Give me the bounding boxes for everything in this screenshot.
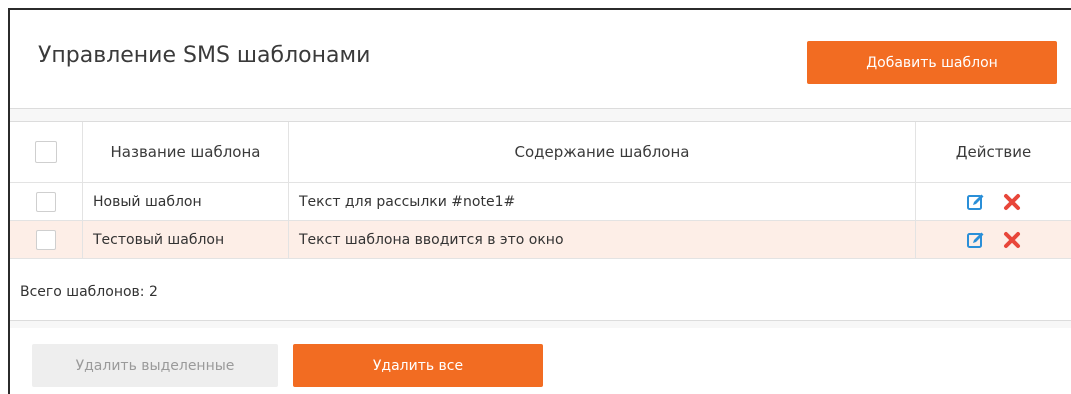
divider (10, 320, 1071, 328)
table-header-row: Название шаблона Содержание шаблона Дейс… (10, 122, 1071, 183)
column-header-action: Действие (955, 143, 1032, 161)
row-checkbox[interactable] (36, 191, 56, 212)
column-header-name: Название шаблона (83, 122, 289, 182)
table-row: Тестовый шаблон Текст шаблона вводится в… (10, 221, 1071, 259)
divider (10, 108, 1071, 122)
template-content: Текст шаблона вводится в это окно (289, 221, 916, 258)
column-header-content: Содержание шаблона (289, 122, 916, 182)
row-checkbox-cell (10, 221, 83, 258)
row-actions (916, 183, 1071, 220)
row-checkbox-cell (10, 183, 83, 220)
select-all-checkbox[interactable] (35, 141, 57, 163)
add-template-button[interactable]: Добавить шаблон (807, 41, 1057, 84)
sms-templates-panel: Управление SMS шаблонами Добавить шаблон… (8, 8, 1071, 394)
template-name: Новый шаблон (83, 183, 289, 220)
templates-table: Название шаблона Содержание шаблона Дейс… (10, 122, 1071, 259)
template-content: Текст для рассылки #note1# (289, 183, 916, 220)
edit-icon[interactable] (965, 191, 987, 213)
templates-total: Всего шаблонов: 2 (20, 284, 158, 300)
row-checkbox[interactable] (36, 229, 56, 250)
delete-selected-button[interactable]: Удалить выделенные (32, 344, 278, 387)
edit-icon[interactable] (965, 229, 987, 251)
panel-header: Управление SMS шаблонами Добавить шаблон (10, 10, 1071, 108)
header-checkbox-cell (10, 122, 83, 182)
delete-icon[interactable] (1001, 229, 1023, 251)
template-name: Тестовый шаблон (83, 221, 289, 258)
delete-all-button[interactable]: Удалить все (293, 344, 543, 387)
delete-icon[interactable] (1001, 191, 1023, 213)
row-actions (916, 221, 1071, 258)
table-row: Новый шаблон Текст для рассылки #note1# (10, 183, 1071, 221)
page-title: Управление SMS шаблонами (38, 43, 371, 68)
